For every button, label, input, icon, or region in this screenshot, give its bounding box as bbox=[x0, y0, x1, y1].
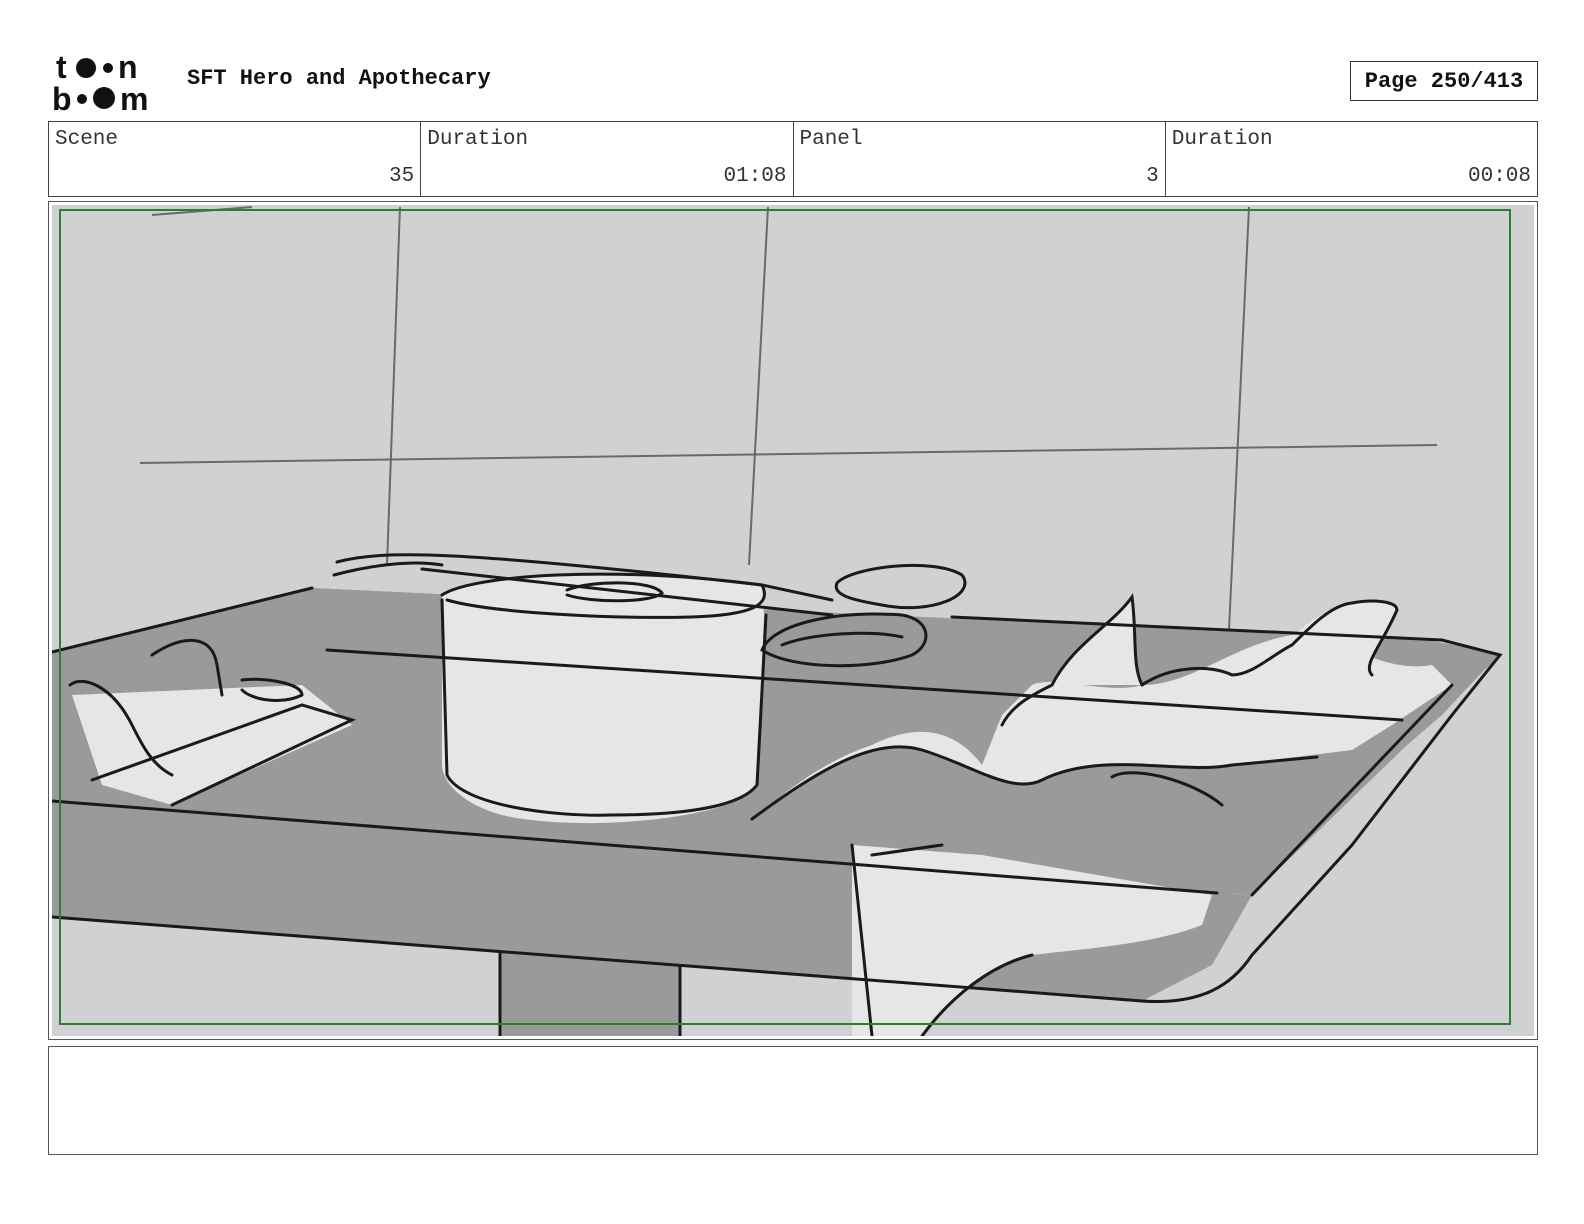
scene-duration-value: 01:08 bbox=[723, 165, 787, 188]
scene-duration-label: Duration bbox=[427, 128, 529, 151]
scene-duration-cell: Duration 01:08 bbox=[421, 122, 794, 196]
panel-duration-value: 00:08 bbox=[1467, 165, 1531, 188]
panel-value: 3 bbox=[1146, 165, 1159, 188]
project-title: SFT Hero and Apothecary bbox=[187, 66, 491, 91]
svg-text:b: b bbox=[52, 81, 72, 112]
panel-duration-cell: Duration 00:08 bbox=[1166, 122, 1537, 196]
pot-body bbox=[442, 574, 764, 824]
scene-cell: Scene 35 bbox=[49, 122, 422, 196]
panel-notes-box bbox=[48, 1046, 1538, 1155]
scene-info-row: Scene 35 Duration 01:08 Panel 3 Duration… bbox=[48, 121, 1538, 197]
page-indicator: Page 250/413 bbox=[1350, 61, 1538, 101]
scene-label: Scene bbox=[55, 128, 119, 151]
panel-label: Panel bbox=[799, 128, 863, 151]
scene-value: 35 bbox=[389, 165, 415, 188]
svg-text:m: m bbox=[120, 81, 148, 112]
storyboard-panel bbox=[48, 201, 1538, 1040]
panel-cell: Panel 3 bbox=[794, 122, 1166, 196]
panel-duration-label: Duration bbox=[1171, 128, 1273, 151]
panel-drawing bbox=[52, 205, 1534, 1036]
toon-boom-logo: t n b m bbox=[52, 52, 148, 112]
